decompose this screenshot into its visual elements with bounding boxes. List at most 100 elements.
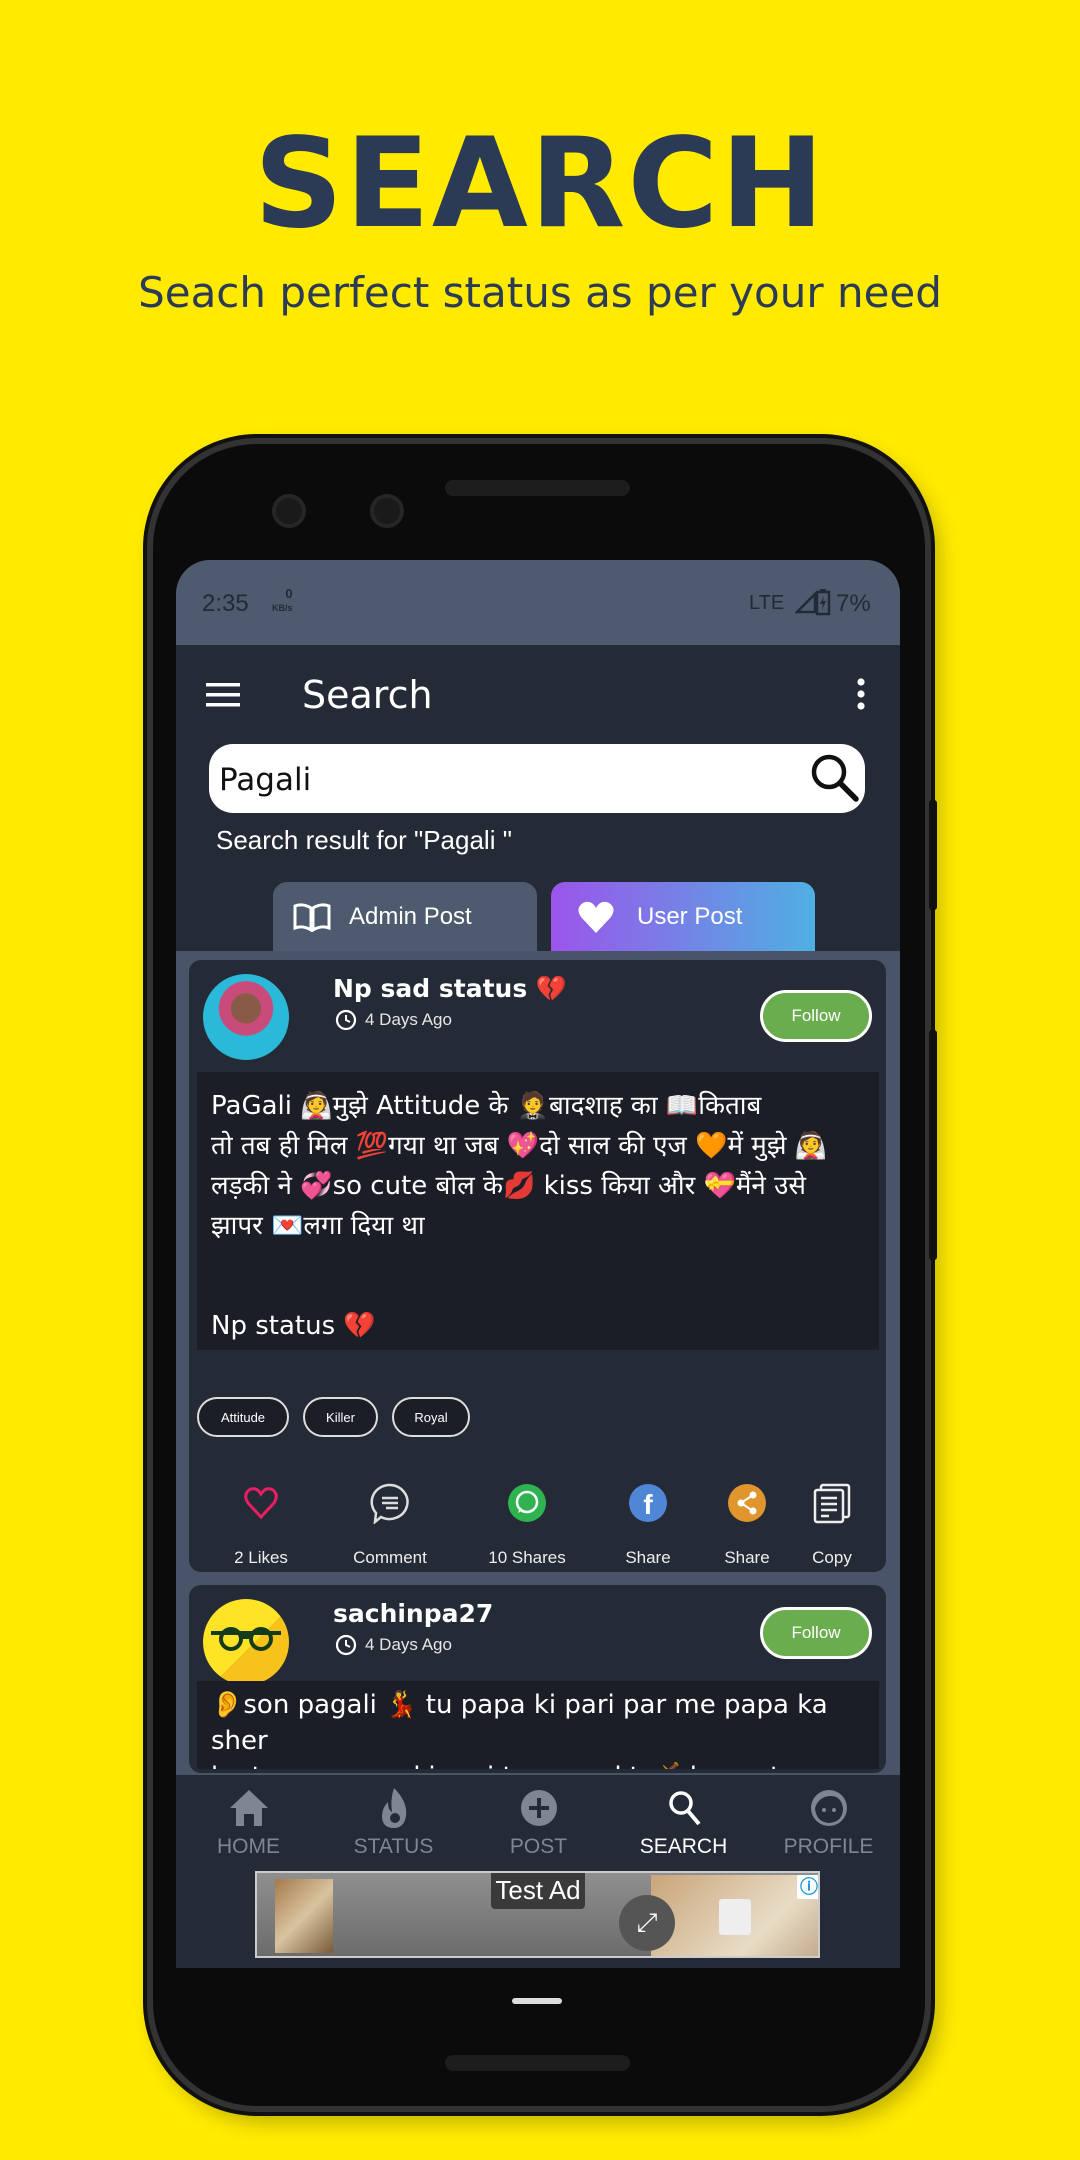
post-text-blank	[211, 1286, 865, 1306]
post-time: 4 Days Ago	[333, 1633, 452, 1657]
share-count: 10 Shares	[488, 1548, 566, 1567]
copy-icon	[813, 1483, 851, 1524]
expand-icon[interactable]: ⤢	[619, 1895, 675, 1951]
status-time: 2:35	[202, 590, 249, 617]
search-input-value: Pagali	[219, 762, 312, 798]
power-button	[929, 800, 937, 910]
net-unit: KB/s	[272, 603, 293, 613]
history-icon	[335, 1009, 357, 1031]
facebook-share-button[interactable]: f Share	[593, 1480, 703, 1568]
home-icon	[229, 1790, 268, 1826]
tag-chip[interactable]: Attitude	[197, 1397, 289, 1437]
copy-label: Copy	[812, 1548, 852, 1567]
avatar[interactable]	[203, 1599, 289, 1685]
avatar[interactable]	[203, 974, 289, 1060]
post-text-line: ho to son papa ki pari tere par kt 🗡️don…	[211, 1759, 865, 1769]
search-icon	[668, 1791, 701, 1826]
post-time: 4 Days Ago	[333, 1008, 452, 1032]
facebook-share-label: Share	[625, 1548, 671, 1567]
post-text-line: 👂son pagali 💃 tu papa ki pari par me pap…	[211, 1690, 828, 1756]
post-text-line: तो तब ही मिल 💯गया था जब 💖दो साल की एज 🧡म…	[211, 1131, 828, 1161]
history-icon	[335, 1634, 357, 1656]
page-title: Search	[302, 673, 433, 717]
fire-icon	[381, 1788, 406, 1828]
hero-subtitle: Seach perfect status as per your need	[138, 268, 942, 317]
post-time-label: 4 Days Ago	[365, 1010, 452, 1029]
follow-button[interactable]: Follow	[760, 1607, 872, 1659]
ad-info-icon[interactable]: ⓘ	[797, 1875, 818, 1899]
search-icon[interactable]	[807, 750, 863, 806]
follow-button[interactable]: Follow	[760, 990, 872, 1042]
nav-profile[interactable]: PROFILE	[756, 1785, 900, 1859]
bottom-nav: HOME STATUS POST SEARCH PROFILE	[176, 1773, 900, 1868]
network-type: LTE	[749, 592, 785, 614]
home-gesture-bar	[512, 1998, 562, 2004]
post-username[interactable]: sachinpa27	[333, 1599, 493, 1628]
screen: 2:35 0 KB/s LTE 7% Search Pagali Search …	[176, 560, 900, 1968]
volume-button	[929, 1030, 937, 1260]
post-list: Np sad status 💔 4 Days Ago Follow PaGali…	[176, 951, 900, 1773]
post-text-line: Np status 💔	[211, 1311, 376, 1341]
whatsapp-share-button[interactable]: 10 Shares	[472, 1480, 582, 1568]
image-icon	[719, 1899, 751, 1935]
nav-label: STATUS	[353, 1835, 434, 1858]
nav-home[interactable]: HOME	[176, 1785, 321, 1859]
comment-label: Comment	[353, 1548, 427, 1567]
post-text-line: झापर 💌लगा दिया था	[211, 1211, 425, 1241]
nav-label: POST	[509, 1835, 568, 1858]
like-button[interactable]: 2 Likes	[206, 1480, 316, 1568]
status-bar: 2:35 0 KB/s LTE 7%	[176, 560, 900, 645]
share-icon	[728, 1484, 766, 1522]
search-input[interactable]: Pagali	[209, 744, 865, 813]
heart-icon	[578, 901, 614, 933]
camera	[272, 494, 306, 528]
post-text[interactable]: PaGali 👰मुझे Attitude के 🤵बादशाह का 📖कित…	[197, 1072, 879, 1350]
tab-user-post[interactable]: User Post	[551, 882, 815, 952]
nav-search[interactable]: SEARCH	[611, 1785, 756, 1859]
tab-admin-post[interactable]: Admin Post	[273, 882, 537, 952]
svg-text:f: f	[643, 1489, 653, 1520]
ad-label: Test Ad	[491, 1873, 585, 1909]
bottom-speaker	[445, 2055, 630, 2071]
add-circle-icon	[520, 1790, 557, 1826]
hamburger-icon[interactable]	[206, 681, 240, 709]
post-text-line: PaGali 👰मुझे Attitude के 🤵बादशाह का 📖कित…	[211, 1091, 762, 1121]
book-icon	[293, 903, 331, 932]
post-username[interactable]: Np sad status 💔	[333, 974, 567, 1004]
signal-icon	[795, 592, 817, 614]
search-result-label: Search result for "Pagali "	[216, 825, 512, 855]
heart-outline-icon	[244, 1487, 278, 1520]
face-icon	[810, 1790, 847, 1826]
speaker	[445, 480, 630, 496]
facebook-icon: f	[629, 1484, 667, 1522]
nav-status[interactable]: STATUS	[321, 1785, 466, 1859]
ad-banner[interactable]: Test Ad ⤢ ⓘ	[255, 1871, 820, 1958]
tag-chip[interactable]: Royal	[392, 1397, 470, 1437]
sensor	[370, 494, 404, 528]
hero-title: SEARCH	[253, 112, 827, 256]
battery-level: 7%	[836, 590, 871, 617]
post-text-blank	[211, 1246, 865, 1286]
post-time-label: 4 Days Ago	[365, 1635, 452, 1654]
comment-icon	[370, 1483, 409, 1524]
copy-button[interactable]: Copy	[777, 1480, 887, 1568]
ad-image	[275, 1879, 333, 1953]
post-card: Np sad status 💔 4 Days Ago Follow PaGali…	[189, 960, 886, 1572]
share-label: Share	[724, 1548, 770, 1567]
tab-label: Admin Post	[349, 903, 472, 930]
tab-label: User Post	[637, 903, 743, 930]
nav-label: HOME	[217, 1835, 280, 1858]
post-text-line: लड़की ने 💞so cute बोल के💋 kiss किया और 💝…	[211, 1171, 806, 1201]
nav-post[interactable]: POST	[466, 1785, 611, 1859]
post-card: sachinpa27 4 Days Ago Follow 👂son pagali…	[189, 1585, 886, 1773]
sunglasses-icon	[211, 1627, 281, 1651]
more-vert-icon[interactable]	[856, 677, 866, 711]
tag-chip[interactable]: Killer	[303, 1397, 378, 1437]
comment-button[interactable]: Comment	[335, 1480, 445, 1568]
post-text[interactable]: 👂son pagali 💃 tu papa ki pari par me pap…	[197, 1681, 879, 1769]
nav-label: SEARCH	[639, 1835, 728, 1858]
like-count: 2 Likes	[234, 1548, 288, 1567]
net-speed: 0	[285, 586, 293, 601]
nav-label: PROFILE	[783, 1835, 874, 1858]
whatsapp-icon	[508, 1484, 546, 1522]
